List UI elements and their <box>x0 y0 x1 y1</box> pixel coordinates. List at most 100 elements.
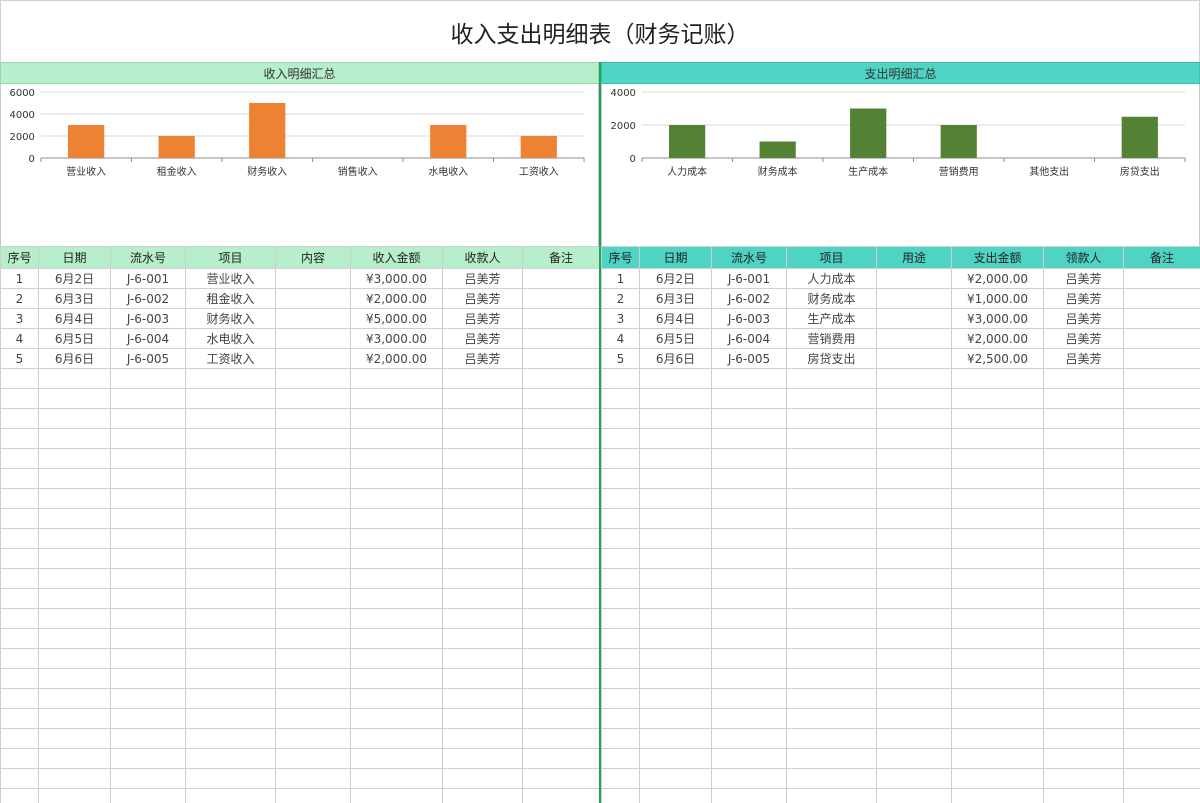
table-cell[interactable]: 6月5日 <box>639 328 712 349</box>
table-cell[interactable] <box>38 388 111 409</box>
table-cell[interactable] <box>951 468 1044 489</box>
table-cell[interactable] <box>1123 768 1200 789</box>
table-cell[interactable] <box>275 688 351 709</box>
table-cell[interactable] <box>876 588 952 609</box>
table-cell[interactable] <box>275 788 351 803</box>
table-cell[interactable] <box>442 668 523 689</box>
table-cell[interactable] <box>639 768 712 789</box>
table-cell[interactable] <box>876 328 952 349</box>
table-cell[interactable] <box>1123 428 1200 449</box>
table-cell[interactable] <box>951 588 1044 609</box>
table-cell[interactable]: 吕美芳 <box>1043 328 1124 349</box>
table-cell[interactable] <box>275 448 351 469</box>
table-cell[interactable] <box>951 628 1044 649</box>
table-cell[interactable] <box>110 388 186 409</box>
table-cell[interactable] <box>639 428 712 449</box>
table-cell[interactable] <box>639 368 712 389</box>
table-cell[interactable] <box>185 448 276 469</box>
table-cell[interactable] <box>185 368 276 389</box>
table-cell[interactable] <box>38 648 111 669</box>
table-cell[interactable]: J-6-005 <box>711 348 787 369</box>
table-cell[interactable] <box>786 568 877 589</box>
table-cell[interactable] <box>876 388 952 409</box>
table-cell[interactable]: 水电收入 <box>185 328 276 349</box>
table-cell[interactable] <box>350 528 443 549</box>
table-cell[interactable] <box>442 708 523 729</box>
table-cell[interactable] <box>442 428 523 449</box>
table-cell[interactable] <box>442 788 523 803</box>
table-cell[interactable] <box>350 488 443 509</box>
table-cell[interactable] <box>0 508 39 529</box>
table-cell[interactable] <box>442 548 523 569</box>
table-cell[interactable] <box>350 768 443 789</box>
table-cell[interactable]: J-6-004 <box>110 328 186 349</box>
table-cell[interactable] <box>522 648 599 669</box>
table-cell[interactable] <box>786 748 877 769</box>
table-cell[interactable] <box>38 688 111 709</box>
table-cell[interactable] <box>0 468 39 489</box>
table-cell[interactable] <box>876 708 952 729</box>
table-cell[interactable] <box>275 368 351 389</box>
table-cell[interactable] <box>711 548 787 569</box>
table-cell[interactable] <box>275 388 351 409</box>
table-cell[interactable]: 吕美芳 <box>442 308 523 329</box>
table-cell[interactable] <box>876 608 952 629</box>
table-cell[interactable] <box>639 508 712 529</box>
table-cell[interactable] <box>601 648 640 669</box>
table-cell[interactable]: ¥3,000.00 <box>350 328 443 349</box>
table-cell[interactable] <box>0 528 39 549</box>
table-cell[interactable] <box>1123 288 1200 309</box>
table-cell[interactable] <box>275 608 351 629</box>
table-cell[interactable] <box>522 628 599 649</box>
table-cell[interactable] <box>522 508 599 529</box>
table-cell[interactable] <box>1043 748 1124 769</box>
table-cell[interactable] <box>601 468 640 489</box>
table-cell[interactable] <box>876 748 952 769</box>
table-cell[interactable] <box>185 768 276 789</box>
table-cell[interactable] <box>1123 548 1200 569</box>
table-cell[interactable] <box>350 448 443 469</box>
table-cell[interactable] <box>185 388 276 409</box>
table-cell[interactable] <box>601 508 640 529</box>
table-cell[interactable] <box>1123 528 1200 549</box>
table-cell[interactable] <box>1043 528 1124 549</box>
table-cell[interactable]: 5 <box>601 348 640 369</box>
table-cell[interactable] <box>38 488 111 509</box>
table-cell[interactable] <box>522 728 599 749</box>
table-cell[interactable] <box>1043 368 1124 389</box>
table-cell[interactable] <box>442 408 523 429</box>
table-cell[interactable] <box>38 728 111 749</box>
table-cell[interactable] <box>185 428 276 449</box>
table-cell[interactable] <box>1123 668 1200 689</box>
table-cell[interactable] <box>1043 688 1124 709</box>
table-cell[interactable] <box>275 708 351 729</box>
table-cell[interactable] <box>350 608 443 629</box>
table-cell[interactable] <box>38 788 111 803</box>
table-cell[interactable] <box>711 568 787 589</box>
table-cell[interactable] <box>110 428 186 449</box>
table-cell[interactable] <box>110 708 186 729</box>
table-cell[interactable] <box>951 448 1044 469</box>
table-cell[interactable]: ¥2,000.00 <box>951 268 1044 289</box>
table-cell[interactable] <box>786 588 877 609</box>
table-cell[interactable] <box>350 728 443 749</box>
table-cell[interactable] <box>110 768 186 789</box>
table-cell[interactable] <box>38 668 111 689</box>
table-cell[interactable] <box>185 568 276 589</box>
table-cell[interactable] <box>110 528 186 549</box>
table-cell[interactable]: 吕美芳 <box>442 328 523 349</box>
table-cell[interactable] <box>522 368 599 389</box>
table-cell[interactable] <box>711 688 787 709</box>
table-cell[interactable] <box>601 768 640 789</box>
table-cell[interactable] <box>711 368 787 389</box>
table-cell[interactable] <box>1123 468 1200 489</box>
table-cell[interactable] <box>38 628 111 649</box>
table-cell[interactable] <box>1123 568 1200 589</box>
table-cell[interactable] <box>786 368 877 389</box>
table-cell[interactable] <box>522 308 599 329</box>
table-cell[interactable] <box>350 588 443 609</box>
table-cell[interactable] <box>1043 388 1124 409</box>
table-cell[interactable] <box>522 488 599 509</box>
table-cell[interactable] <box>442 388 523 409</box>
table-cell[interactable] <box>601 428 640 449</box>
